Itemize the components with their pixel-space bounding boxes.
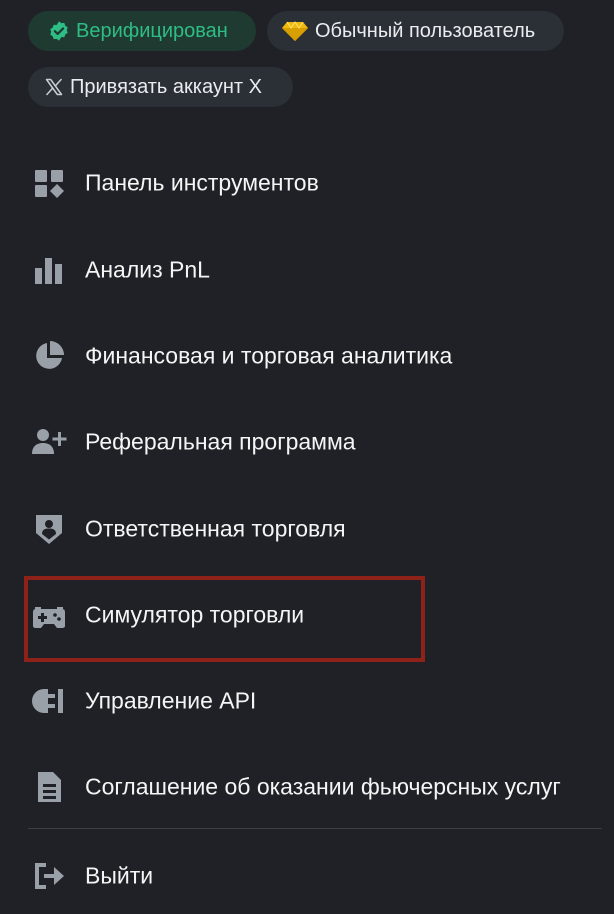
menu-item-futures-agreement[interactable]: Соглашение об оказании фьючерсных услуг (0, 757, 614, 817)
document-icon (31, 769, 67, 805)
account-menu-panel: Верифицирован Обычный пользователь Привя… (0, 0, 614, 914)
user-level-badge[interactable]: Обычный пользователь (267, 11, 564, 51)
verified-check-icon (48, 20, 70, 42)
menu-item-label: Симулятор торговли (85, 601, 305, 628)
pie-chart-icon (31, 338, 67, 374)
menu-item-label: Анализ PnL (85, 256, 210, 283)
menu-item-trading-simulator[interactable]: Симулятор торговли (0, 585, 614, 645)
link-x-account-button[interactable]: Привязать аккаунт X (28, 67, 293, 107)
menu-item-pnl-analysis[interactable]: Анализ PnL (0, 240, 614, 300)
menu-item-label: Панель инструментов (85, 169, 319, 196)
diamond-icon (281, 20, 309, 42)
shield-user-icon (31, 511, 67, 547)
menu-item-responsible-trading[interactable]: Ответственная торговля (0, 499, 614, 559)
menu-item-label: Управление API (85, 687, 257, 714)
menu-item-financial-analytics[interactable]: Финансовая и торговая аналитика (0, 326, 614, 386)
menu-item-logout[interactable]: Выйти (0, 846, 614, 906)
menu-item-label: Реферальная программа (85, 428, 356, 455)
verified-badge-label: Верифицирован (76, 19, 228, 42)
dashboard-icon (31, 165, 67, 201)
logout-icon (31, 858, 67, 894)
gamepad-icon (31, 597, 67, 633)
menu-item-label: Соглашение об оказании фьючерсных услуг (85, 773, 561, 800)
menu-item-label: Выйти (85, 862, 154, 889)
menu-item-api-management[interactable]: Управление API (0, 671, 614, 731)
bar-chart-icon (31, 252, 67, 288)
menu-item-label: Финансовая и торговая аналитика (85, 342, 453, 369)
menu-item-dashboard[interactable]: Панель инструментов (0, 153, 614, 213)
menu-divider (28, 828, 602, 829)
menu-item-label: Ответственная торговля (85, 515, 346, 542)
verified-badge[interactable]: Верифицирован (28, 11, 256, 51)
link-x-account-label: Привязать аккаунт X (70, 75, 262, 98)
user-level-badge-label: Обычный пользователь (315, 19, 536, 42)
x-logo-icon (44, 77, 64, 97)
menu-item-referral-program[interactable]: Реферальная программа (0, 412, 614, 472)
api-plug-icon (31, 683, 67, 719)
add-user-icon (31, 424, 67, 460)
